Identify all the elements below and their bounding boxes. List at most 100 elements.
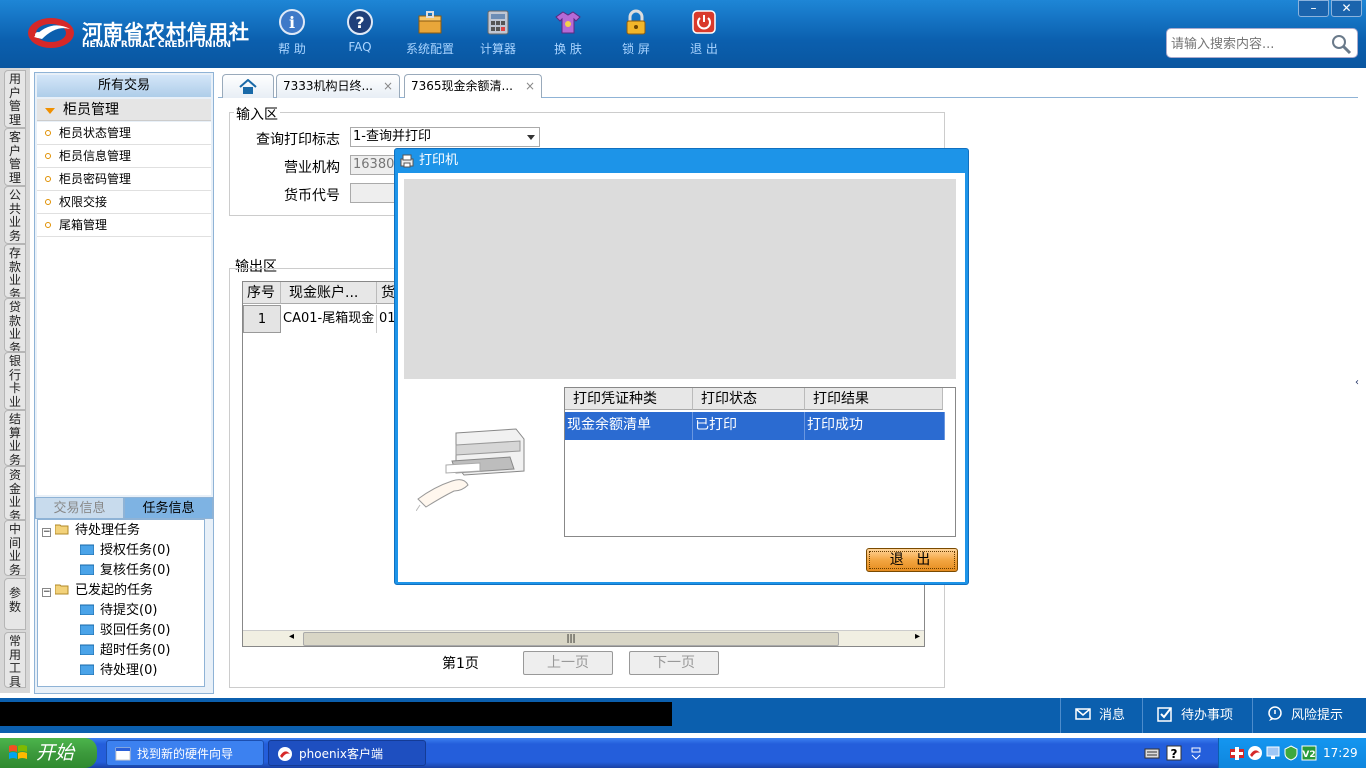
task-tree: − 待处理任务 授权任务(0) 复核任务(0) − 已发起的任务 待提交(0) 驳回… bbox=[37, 519, 205, 687]
menu-item-teller-info[interactable]: 柜员信息管理 bbox=[37, 145, 211, 168]
start-button[interactable]: 开始 bbox=[0, 738, 97, 768]
bullet-icon bbox=[45, 153, 51, 159]
v2-icon[interactable]: V2 bbox=[1301, 745, 1317, 761]
menu-item-teller-status[interactable]: 柜员状态管理 bbox=[37, 122, 211, 145]
todo-button[interactable]: 待办事项 bbox=[1142, 698, 1242, 733]
tree-node-to-submit[interactable]: 待提交(0) bbox=[80, 602, 157, 620]
vtab-deposit-business[interactable]: 存款业务 bbox=[4, 244, 26, 298]
network-icon[interactable] bbox=[1229, 745, 1245, 761]
taskbar-item-phoenix[interactable]: phoenix客户端 bbox=[268, 740, 426, 766]
search-icon[interactable] bbox=[1329, 32, 1353, 56]
skin-button[interactable]: 换 肤 bbox=[538, 8, 598, 60]
vtab-common-tools[interactable]: 常用工具 bbox=[4, 632, 26, 688]
messages-button[interactable]: 消息 bbox=[1060, 698, 1140, 733]
risk-alert-button[interactable]: 风险提示 bbox=[1252, 698, 1362, 733]
calculator-label: 计算器 bbox=[479, 42, 516, 56]
print-result-cell[interactable]: 打印成功 bbox=[805, 412, 945, 440]
svg-text:?: ? bbox=[1171, 747, 1178, 761]
vtab-intermediate-business[interactable]: 中间业务 bbox=[4, 520, 26, 576]
start-label: 开始 bbox=[36, 742, 75, 764]
exit-app-button[interactable]: 退 出 bbox=[674, 8, 734, 60]
horizontal-scrollbar[interactable]: ◂ ||| ▸ bbox=[243, 630, 924, 646]
currency-label: 货币代号 bbox=[284, 188, 340, 204]
tree-node-to-process[interactable]: 待处理(0) bbox=[80, 662, 157, 680]
column-header-seq[interactable]: 序号 bbox=[243, 282, 281, 304]
tree-node-label: 已发起的任务 bbox=[75, 583, 154, 598]
tray-app-icon[interactable] bbox=[1247, 745, 1263, 761]
tree-node-pending[interactable]: − 待处理任务 bbox=[42, 522, 140, 540]
tab-transaction-info[interactable]: 交易信息 bbox=[35, 497, 124, 519]
column-header-voucher-type[interactable]: 打印凭证种类 bbox=[565, 388, 693, 410]
scrollbar-thumb[interactable]: ||| bbox=[303, 632, 839, 646]
scroll-left-icon[interactable]: ◂ bbox=[289, 631, 294, 642]
tree-node-rejected[interactable]: 驳回任务(0) bbox=[80, 622, 170, 640]
tree-node-initiated[interactable]: − 已发起的任务 bbox=[42, 582, 153, 600]
menu-item-label: 柜员信息管理 bbox=[59, 149, 132, 163]
tab-home[interactable] bbox=[222, 74, 274, 98]
calculator-button[interactable]: 计算器 bbox=[468, 8, 528, 60]
next-page-button[interactable]: 下一页 bbox=[629, 651, 719, 675]
close-tab-icon[interactable]: × bbox=[525, 75, 535, 97]
vtab-settlement-business[interactable]: 结算业务 bbox=[4, 410, 26, 466]
tab-task-info[interactable]: 任务信息 bbox=[124, 497, 213, 519]
status-message-area bbox=[0, 702, 672, 726]
print-status-cell[interactable]: 已打印 bbox=[693, 412, 805, 440]
collapse-right-panel-icon[interactable]: ‹ bbox=[1355, 360, 1365, 406]
input-area-title: 输入区 bbox=[234, 104, 280, 124]
menu-item-tailbox[interactable]: 尾箱管理 bbox=[37, 214, 211, 237]
column-header-print-result[interactable]: 打印结果 bbox=[805, 388, 943, 410]
lock-screen-button[interactable]: 锁 屏 bbox=[606, 8, 666, 60]
system-config-button[interactable]: 系统配置 bbox=[400, 8, 460, 60]
security-icon[interactable] bbox=[1283, 745, 1299, 761]
folder-icon bbox=[80, 604, 94, 615]
tree-node-authorize[interactable]: 授权任务(0) bbox=[80, 542, 170, 560]
prev-page-button[interactable]: 上一页 bbox=[523, 651, 613, 675]
tab-7333[interactable]: 7333机构日终... × bbox=[276, 74, 400, 98]
menu-item-permission-handover[interactable]: 权限交接 bbox=[37, 191, 211, 214]
tree-node-timeout[interactable]: 超时任务(0) bbox=[80, 642, 170, 660]
vtab-bankcard-business[interactable]: 银行卡业务 bbox=[4, 352, 26, 410]
taskbar-item-hardware-wizard[interactable]: 找到新的硬件向导 bbox=[106, 740, 264, 766]
help-button[interactable]: i 帮 助 bbox=[262, 8, 322, 60]
column-header-print-status[interactable]: 打印状态 bbox=[693, 388, 805, 410]
branch-field[interactable]: 163800 bbox=[350, 155, 394, 175]
close-tab-icon[interactable]: × bbox=[383, 75, 393, 97]
faq-button[interactable]: ? FAQ bbox=[330, 8, 390, 60]
vtab-fund-business[interactable]: 资金业务 bbox=[4, 466, 26, 520]
teller-management-group[interactable]: 柜员管理 bbox=[37, 99, 211, 121]
svg-text:?: ? bbox=[355, 13, 364, 32]
minimize-button[interactable]: – bbox=[1298, 0, 1329, 17]
taskbar-item-label: 找到新的硬件向导 bbox=[137, 747, 234, 761]
vtab-public-business[interactable]: 公共业务 bbox=[4, 186, 26, 244]
vtab-customer-management[interactable]: 客户管理 bbox=[4, 128, 26, 186]
column-header-cash-account[interactable]: 现金账户... bbox=[281, 282, 377, 304]
menu-item-label: 柜员状态管理 bbox=[59, 126, 132, 140]
toolbox-icon bbox=[418, 11, 442, 34]
vtab-parameters[interactable]: 参数 bbox=[4, 578, 26, 630]
all-transactions-header[interactable]: 所有交易 bbox=[37, 75, 211, 97]
tab-7365[interactable]: 7365现金余额清... × bbox=[404, 74, 542, 98]
print-flag-select[interactable]: 1-查询并打印 bbox=[350, 127, 540, 147]
status-bar: 消息 待办事项 风险提示 bbox=[0, 698, 1366, 733]
vtab-user-management[interactable]: 用户管理 bbox=[4, 70, 26, 128]
row-number-cell[interactable]: 1 bbox=[243, 305, 281, 333]
exit-button[interactable]: 退 出 bbox=[866, 548, 958, 572]
mail-icon bbox=[1075, 708, 1091, 720]
keyboard-icon[interactable] bbox=[1144, 745, 1160, 761]
currency-field[interactable] bbox=[350, 183, 394, 203]
display-icon[interactable] bbox=[1265, 745, 1281, 761]
svg-text:V2: V2 bbox=[1302, 750, 1315, 760]
ime-help-icon[interactable]: ? bbox=[1166, 745, 1182, 761]
print-flag-label: 查询打印标志 bbox=[256, 132, 340, 148]
scroll-right-icon[interactable]: ▸ bbox=[915, 631, 920, 642]
vtab-loan-business[interactable]: 贷款业务 bbox=[4, 298, 26, 352]
ime-toggle-icon[interactable] bbox=[1188, 745, 1204, 761]
tree-node-review[interactable]: 复核任务(0) bbox=[80, 562, 170, 580]
search-input[interactable] bbox=[1171, 34, 1327, 54]
close-button[interactable]: ✕ bbox=[1331, 0, 1362, 17]
cash-account-cell[interactable]: CA01-尾箱现金 bbox=[281, 305, 377, 333]
faq-icon: ? bbox=[347, 9, 373, 35]
menu-item-teller-password[interactable]: 柜员密码管理 bbox=[37, 168, 211, 191]
tree-node-label: 超时任务(0) bbox=[100, 643, 171, 658]
voucher-type-cell[interactable]: 现金余额清单 bbox=[565, 412, 693, 440]
